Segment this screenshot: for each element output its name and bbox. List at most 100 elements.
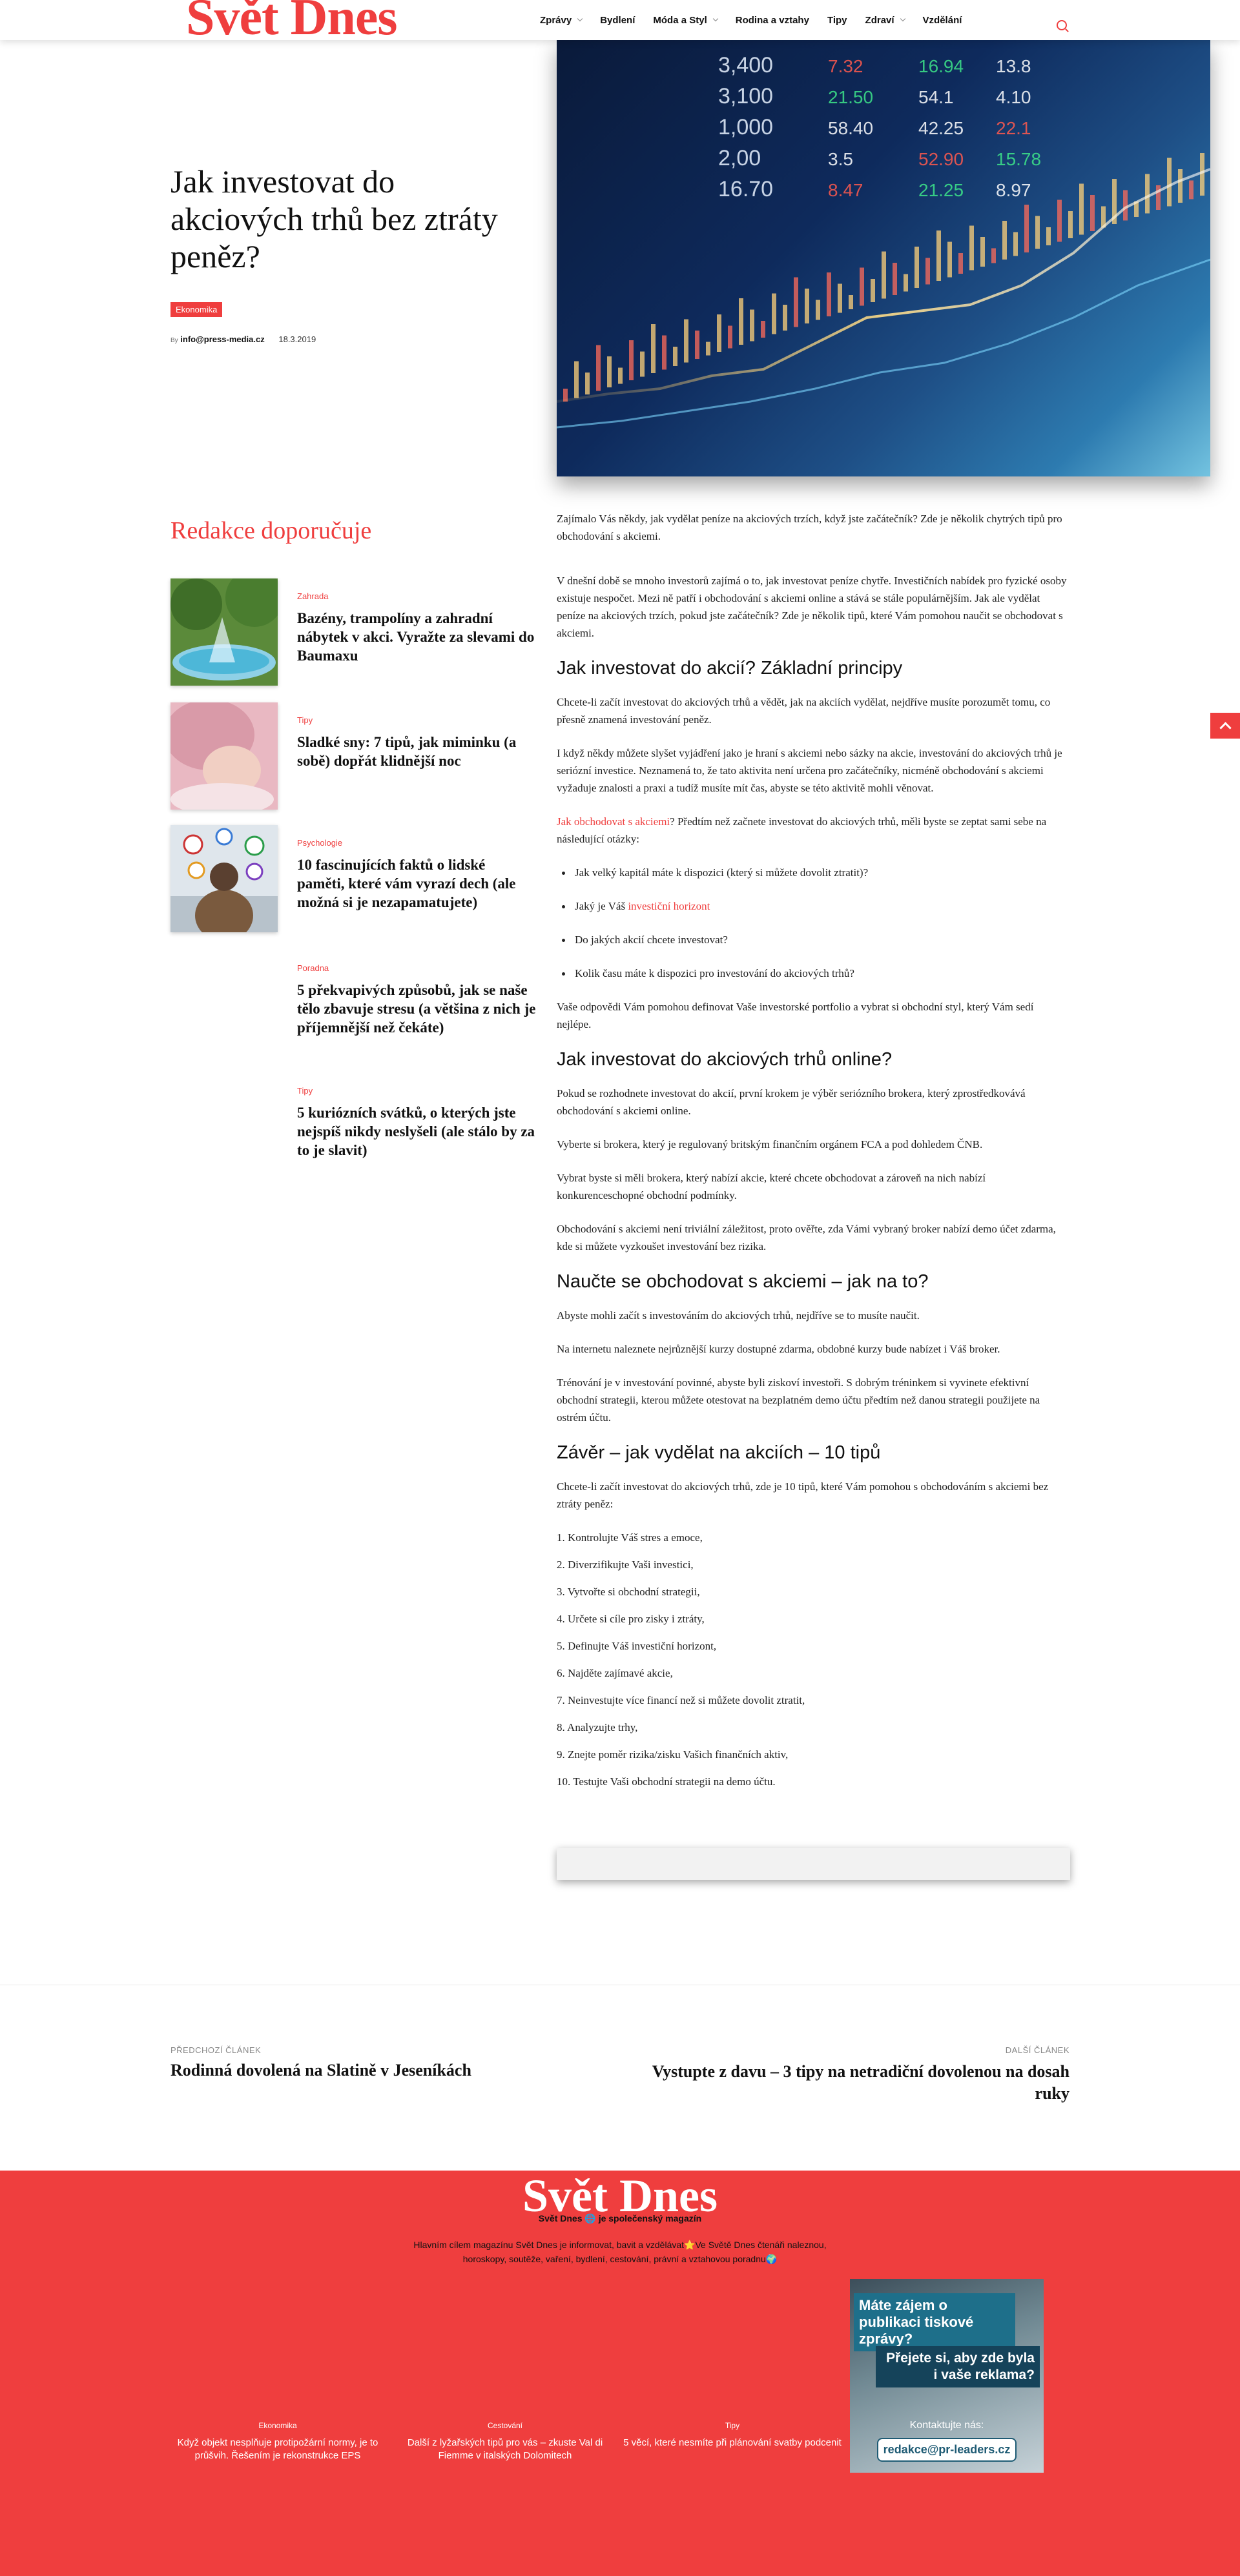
- article-title: Jak investovat do akciových trhů bez ztr…: [170, 163, 498, 274]
- nav-item-moda[interactable]: Móda a Styl: [644, 15, 726, 26]
- nav-item-zdravi[interactable]: Zdraví: [856, 15, 914, 26]
- footer-post-category[interactable]: Ekonomika: [168, 2421, 388, 2430]
- footer-post[interactable]: Cestování Další z lyžařských tipů pro vá…: [395, 2421, 615, 2462]
- candlestick: [1178, 169, 1183, 203]
- nav-item-rodina[interactable]: Rodina a vztahy: [727, 15, 818, 26]
- chevron-down-icon: [900, 15, 905, 22]
- article-paragraph: Pokud se rozhodnete investovat do akcií,…: [557, 1087, 1026, 1117]
- candlestick: [980, 237, 985, 267]
- ad-email-link[interactable]: redakce@pr-leaders.cz: [877, 2438, 1017, 2462]
- candlestick: [882, 251, 886, 299]
- ticker-value: 42.25: [918, 118, 964, 138]
- article-paragraph: I když někdy můžete slyšet vyjádření jak…: [557, 747, 1062, 794]
- category-badge[interactable]: Ekonomika: [170, 302, 223, 317]
- list-item: 9. Znejte poměr rizika/zisku Vašich fina…: [557, 1748, 789, 1761]
- candlestick: [805, 289, 809, 323]
- ticker-value: 13.8: [996, 56, 1031, 76]
- footer-post-category[interactable]: Tipy: [623, 2421, 842, 2430]
- article-heading: Naučte se obchodovat s akciemi – jak na …: [557, 1271, 929, 1292]
- candlestick: [925, 258, 930, 285]
- sidebar-item-title[interactable]: Sladké sny: 7 tipů, jak miminku (a sobě)…: [297, 733, 536, 770]
- candlestick: [1145, 174, 1150, 214]
- inline-link[interactable]: investiční horizont: [628, 900, 710, 912]
- sidebar-item-title[interactable]: 5 překvapivých způsobů, jak se naše tělo…: [297, 981, 536, 1037]
- footer-post-category[interactable]: Cestování: [395, 2421, 615, 2430]
- candlestick: [947, 241, 952, 278]
- sidebar-item-category[interactable]: Tipy: [297, 715, 536, 725]
- sidebar-item-category[interactable]: Zahrada: [297, 591, 536, 601]
- article-body: Zajímalo Vás někdy, jak vydělat peníze n…: [557, 510, 1070, 1806]
- sidebar-item-text: Tipy Sladké sny: 7 tipů, jak miminku (a …: [297, 715, 536, 770]
- sidebar-item-text: Tipy 5 kuriózních svátků, o kterých jste…: [297, 1086, 536, 1160]
- ticker-value: 16.94: [918, 56, 964, 76]
- nav-item-zpravy[interactable]: Zprávy: [531, 15, 591, 26]
- thumbnail-pool-image[interactable]: [170, 578, 278, 686]
- thumbnail-memory-image[interactable]: [170, 825, 278, 932]
- ticker-value: 52.90: [918, 149, 964, 169]
- candlestick: [1002, 221, 1007, 260]
- sidebar-item-title[interactable]: 5 kuriózních svátků, o kterých jste nejs…: [297, 1103, 536, 1160]
- footer-post-title[interactable]: Další z lyžařských tipů pro vás – zkuste…: [395, 2437, 615, 2462]
- footer-tagline: Svět Dnes 🌐 je společenský magazín: [538, 2213, 702, 2223]
- sidebar-item-title[interactable]: 10 fascinujících faktů o lidské paměti, …: [297, 855, 536, 912]
- nav-label: Vzdělání: [922, 14, 962, 26]
- list-item: Jaký je Váš investiční horizont: [557, 897, 1070, 915]
- main-nav: Zprávy Bydlení Móda a Styl Rodina a vzta…: [531, 0, 971, 40]
- article-paragraph: Vyberte si brokera, který je regulovaný …: [557, 1138, 983, 1150]
- list-item: 4. Určete si cíle pro zisky i ztráty,: [557, 1613, 705, 1625]
- nav-label: Rodina a vztahy: [735, 14, 809, 26]
- candlestick: [1167, 158, 1172, 207]
- footer-post-title[interactable]: Když objekt nesplňuje protipožární normy…: [168, 2437, 388, 2462]
- footer-ad-banner[interactable]: Máte zájem o publikaci tiskové zprávy? P…: [850, 2279, 1044, 2473]
- article-heading: Jak investovat do akcií? Základní princi…: [557, 658, 903, 679]
- candlestick: [1200, 153, 1204, 196]
- article-paragraph: Trénování je v investování povinné, abys…: [557, 1376, 1040, 1424]
- memory-graphic: [170, 825, 278, 932]
- list-item: Do jakých akcií chcete investovat?: [557, 931, 1070, 948]
- candlestick: [761, 321, 765, 338]
- footer-post-title[interactable]: 5 věcí, které nesmíte při plánování svat…: [623, 2437, 842, 2449]
- sidebar-item-category[interactable]: Poradna: [297, 963, 536, 973]
- search-icon[interactable]: [1057, 20, 1067, 30]
- author-link[interactable]: info@press-media.cz: [180, 334, 264, 344]
- candlestick: [914, 247, 919, 288]
- ticker-value: 16.70: [718, 177, 773, 201]
- stock-chart-graphic: 3,400 3,100 1,000 2,00 16.70 7.32 21.50 58.40 3.…: [557, 53, 1210, 429]
- candlestick: [893, 263, 897, 295]
- sidebar-item-text: Zahrada Bazény, trampolíny a zahradní ná…: [297, 591, 536, 665]
- prev-article-link[interactable]: Rodinná dovolená na Slatině v Jeseníkách: [170, 2061, 471, 2080]
- ticker-value: 3.5: [828, 149, 853, 169]
- nav-item-vzdelani[interactable]: Vzdělání: [914, 15, 971, 26]
- list-item: 5. Definujte Váš investiční horizont,: [557, 1640, 717, 1652]
- footer-post[interactable]: Ekonomika Když objekt nesplňuje protipož…: [168, 2421, 388, 2462]
- nav-label: Zprávy: [540, 14, 572, 26]
- inline-link[interactable]: Jak obchodovat s akciemi: [557, 815, 670, 828]
- candlestick: [695, 331, 699, 359]
- next-article-link[interactable]: Vystupte z davu – 3 tipy na netradiční d…: [643, 2061, 1070, 2105]
- sidebar-item-category[interactable]: Psychologie: [297, 838, 536, 848]
- candlesticks: [563, 153, 1204, 402]
- site-logo[interactable]: Svět Dnes: [186, 0, 398, 47]
- article-paragraph: Jak obchodovat s akciemi? Předtím než za…: [557, 813, 1070, 848]
- prev-article-label: PŘEDCHOZÍ ČLÁNEK: [170, 2045, 262, 2055]
- candlestick: [750, 309, 754, 342]
- article-heading: Závěr – jak vydělat na akciích – 10 tipů: [557, 1442, 881, 1463]
- thumbnail-baby-image[interactable]: [170, 702, 278, 810]
- candlestick: [662, 335, 666, 370]
- candlestick: [596, 345, 601, 391]
- nav-item-tipy[interactable]: Tipy: [818, 15, 856, 26]
- scroll-to-top-button[interactable]: [1210, 713, 1240, 739]
- article-paragraph: Na internetu naleznete nejrůznější kurzy…: [557, 1343, 1000, 1355]
- list-item: Kolik času máte k dispozici pro investov…: [557, 965, 1070, 982]
- sidebar-item-title[interactable]: Bazény, trampolíny a zahradní nábytek v …: [297, 609, 536, 665]
- ticker-value: 3,400: [718, 53, 773, 77]
- nav-item-bydleni[interactable]: Bydlení: [591, 15, 644, 26]
- article-paragraph: Abyste mohli začít s investováním do akc…: [557, 1309, 920, 1322]
- sidebar-item-category[interactable]: Tipy: [297, 1086, 536, 1096]
- list-item-text: Jaký je Váš: [575, 900, 628, 912]
- ticker-value: 2,00: [718, 146, 761, 170]
- nav-label: Zdraví: [865, 14, 894, 26]
- footer-post[interactable]: Tipy 5 věcí, které nesmíte při plánování…: [623, 2421, 842, 2449]
- list-item: 3. Vytvořte si obchodní strategii,: [557, 1586, 700, 1598]
- sidebar-heading: Redakce doporučuje: [170, 517, 372, 544]
